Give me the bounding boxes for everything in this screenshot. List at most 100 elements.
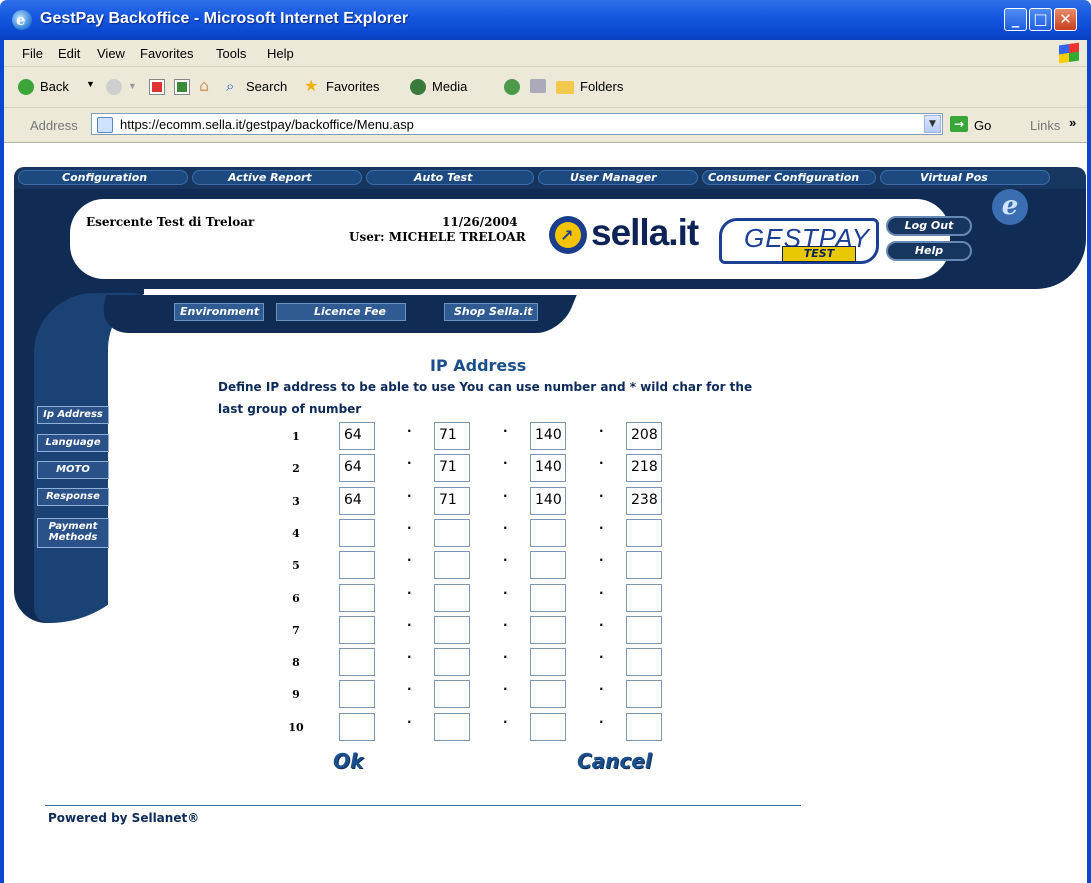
ip-octet-input[interactable]	[626, 584, 662, 612]
menu-tools[interactable]: Tools	[216, 46, 246, 61]
subnav-shop-sella-label: Shop Sella.it	[454, 305, 533, 318]
sidebar-item-moto[interactable]: MOTO	[37, 461, 109, 479]
ip-octet-input[interactable]: 71	[434, 422, 470, 450]
help-button[interactable]: Help	[886, 241, 972, 261]
logout-button[interactable]: Log Out	[886, 216, 972, 236]
ip-octet-input[interactable]	[434, 680, 470, 708]
ip-octet-input[interactable]	[626, 680, 662, 708]
sidebar-item-payment-methods[interactable]: Payment Methods	[37, 518, 109, 548]
ip-octet-input[interactable]	[339, 519, 375, 547]
ip-octet-input[interactable]	[339, 551, 375, 579]
menu-view[interactable]: View	[97, 46, 125, 61]
ip-octet-input[interactable]	[339, 616, 375, 644]
ip-octet-input[interactable]: 140	[530, 487, 566, 515]
menu-favorites[interactable]: Favorites	[140, 46, 193, 61]
home-button[interactable]: ⌂	[199, 76, 219, 96]
close-button[interactable]: ✕	[1054, 8, 1077, 31]
ip-octet-input[interactable]: 64	[339, 422, 375, 450]
octet-separator: .	[503, 712, 508, 726]
cancel-button[interactable]: Cancel	[577, 749, 652, 773]
maximize-icon: □	[1033, 10, 1048, 28]
ip-octet-input[interactable]	[530, 680, 566, 708]
sella-brand: sella.it	[591, 212, 699, 253]
row-number: 3	[292, 495, 300, 508]
ip-octet-input[interactable]	[434, 519, 470, 547]
back-dropdown-icon: ▼	[86, 79, 95, 89]
ip-octet-input[interactable]	[626, 616, 662, 644]
octet-separator: .	[407, 453, 412, 467]
address-bar: Address https://ecomm.sella.it/gestpay/b…	[4, 108, 1087, 143]
history-button[interactable]	[504, 79, 520, 95]
go-arrow-icon: →	[950, 116, 968, 132]
menu-bar: File Edit View Favorites Tools Help	[4, 40, 1087, 67]
content-area	[108, 289, 1087, 669]
ip-octet-input[interactable]	[530, 551, 566, 579]
ip-octet-input[interactable]	[339, 584, 375, 612]
ip-octet-input[interactable]	[530, 648, 566, 676]
sidebar-item-response[interactable]: Response	[37, 488, 109, 506]
folders-button[interactable]: Folders	[556, 76, 646, 98]
minimize-button[interactable]: _	[1004, 8, 1027, 31]
internet-explorer-icon: e	[12, 10, 32, 30]
ip-octet-input[interactable]	[530, 713, 566, 741]
nav-auto-test-label: Auto Test	[414, 171, 473, 184]
ip-octet-input[interactable]	[339, 648, 375, 676]
octet-separator: .	[503, 518, 508, 532]
ip-octet-input[interactable]	[626, 713, 662, 741]
sidebar-item-ip-address[interactable]: Ip Address	[37, 406, 109, 424]
ip-octet-input[interactable]	[530, 616, 566, 644]
ip-octet-input[interactable]: 71	[434, 487, 470, 515]
ip-octet-input[interactable]	[339, 680, 375, 708]
page-content: Configuration Active Report Auto Test Us…	[4, 143, 1087, 883]
ip-octet-input[interactable]: 218	[626, 454, 662, 482]
ip-octet-input[interactable]	[339, 713, 375, 741]
print-button[interactable]	[530, 79, 546, 93]
ip-octet-input[interactable]: 64	[339, 487, 375, 515]
ip-octet-input[interactable]: 238	[626, 487, 662, 515]
ip-octet-input[interactable]	[434, 713, 470, 741]
menu-edit[interactable]: Edit	[58, 46, 80, 61]
ip-octet-input[interactable]	[530, 519, 566, 547]
menu-file[interactable]: File	[22, 46, 43, 61]
back-button[interactable]: Back ▼	[18, 76, 98, 98]
sidebar-item-language[interactable]: Language	[37, 434, 109, 452]
ip-octet-input[interactable]	[434, 616, 470, 644]
octet-separator: .	[503, 486, 508, 500]
ip-octet-input[interactable]: 140	[530, 454, 566, 482]
favorites-button[interactable]: ★ Favorites	[304, 76, 404, 98]
octet-separator: .	[503, 421, 508, 435]
links-more-button[interactable]: »	[1069, 115, 1076, 130]
address-input[interactable]: https://ecomm.sella.it/gestpay/backoffic…	[91, 113, 943, 135]
search-button[interactable]: ⌕ Search	[226, 76, 306, 98]
media-label: Media	[432, 79, 468, 94]
ip-octet-input[interactable]: 208	[626, 422, 662, 450]
ip-octet-input[interactable]	[626, 519, 662, 547]
ip-octet-input[interactable]: 140	[530, 422, 566, 450]
ip-octet-input[interactable]: 64	[339, 454, 375, 482]
stop-icon	[152, 82, 162, 92]
stop-button[interactable]	[149, 79, 165, 95]
octet-separator: .	[503, 679, 508, 693]
address-dropdown-button[interactable]: ▼	[924, 115, 941, 133]
ip-octet-input[interactable]	[530, 584, 566, 612]
ip-octet-input[interactable]	[626, 648, 662, 676]
minimize-icon: _	[1011, 10, 1020, 28]
row-number: 7	[292, 624, 300, 637]
go-button[interactable]: → Go	[950, 114, 1000, 136]
octet-separator: .	[503, 453, 508, 467]
menu-help[interactable]: Help	[267, 46, 294, 61]
window-title-bar[interactable]: e GestPay Backoffice - Microsoft Interne…	[0, 0, 1091, 40]
ip-octet-input[interactable]	[626, 551, 662, 579]
octet-separator: .	[407, 647, 412, 661]
ok-button[interactable]: Ok	[333, 749, 363, 773]
ip-octet-input[interactable]	[434, 648, 470, 676]
media-button[interactable]: Media	[410, 76, 485, 98]
ip-octet-input[interactable]: 71	[434, 454, 470, 482]
forward-button[interactable]	[106, 79, 122, 95]
ip-octet-input[interactable]	[434, 584, 470, 612]
footer-divider	[45, 805, 801, 806]
maximize-button[interactable]: □	[1029, 8, 1052, 31]
refresh-button[interactable]	[174, 79, 190, 95]
links-label[interactable]: Links	[1030, 118, 1060, 133]
ip-octet-input[interactable]	[434, 551, 470, 579]
